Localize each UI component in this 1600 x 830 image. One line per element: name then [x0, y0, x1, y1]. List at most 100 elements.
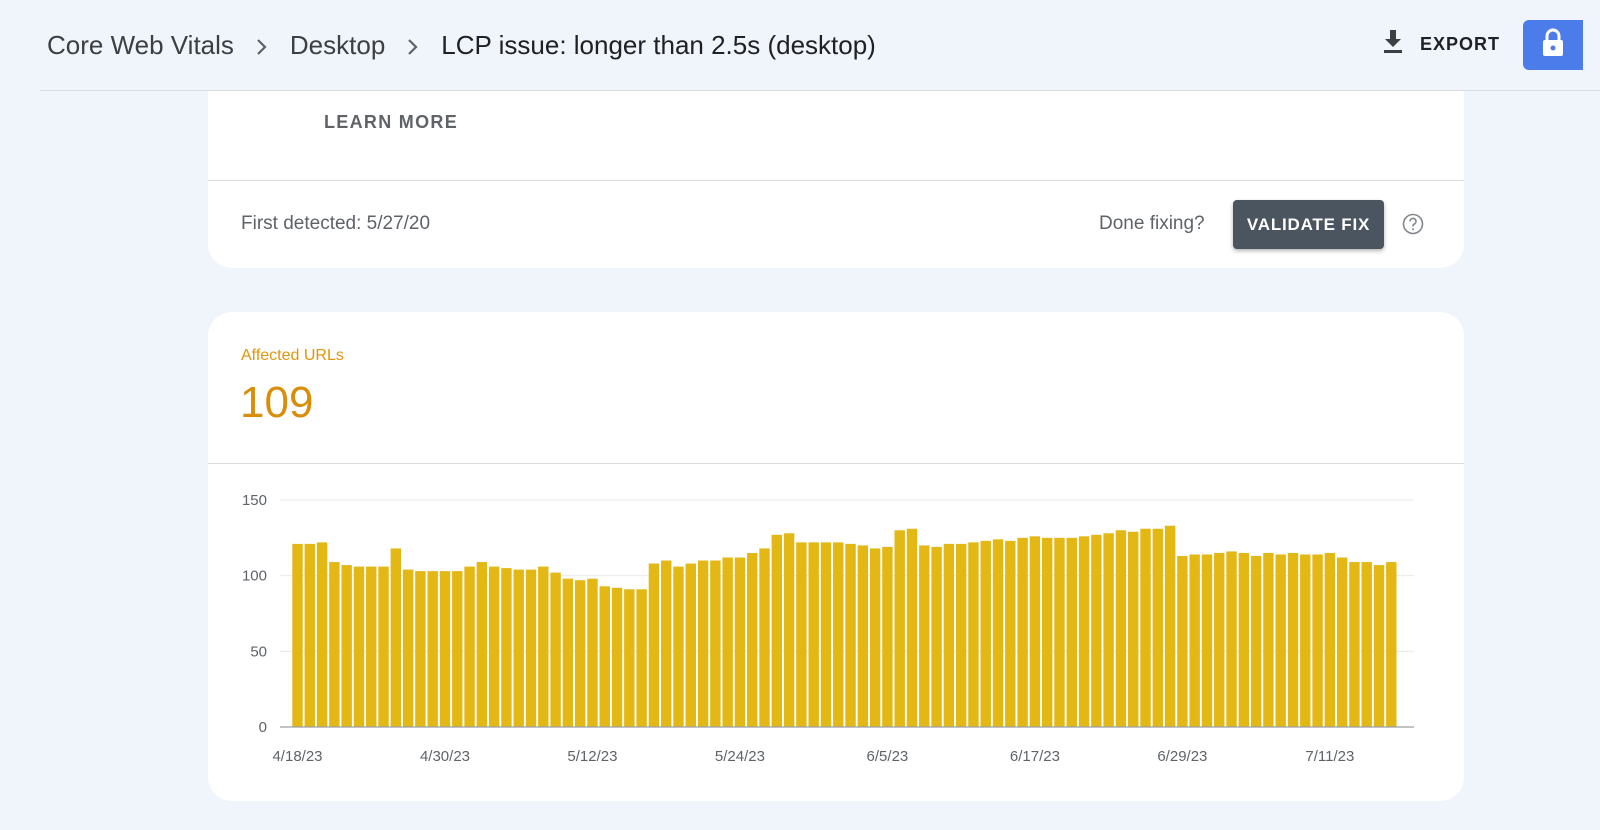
- bar: [464, 566, 475, 727]
- bar: [1177, 555, 1188, 727]
- bar: [906, 528, 918, 727]
- download-icon: [1380, 28, 1406, 61]
- x-tick-label: 6/29/23: [1157, 748, 1207, 765]
- bar: [1152, 528, 1163, 727]
- bar: [943, 543, 955, 727]
- lock-button[interactable]: [1523, 20, 1583, 70]
- bar: [1041, 537, 1053, 727]
- bar: [574, 580, 586, 727]
- bar: [759, 548, 770, 727]
- bar: [661, 560, 672, 727]
- bar: [538, 566, 549, 727]
- chevron-right-icon: [385, 30, 441, 61]
- validate-fix-button[interactable]: VALIDATE FIX: [1233, 200, 1384, 249]
- x-tick-label: 4/30/23: [420, 748, 470, 765]
- bar: [771, 534, 783, 727]
- bar: [587, 578, 598, 727]
- bar: [931, 546, 942, 727]
- bar: [820, 542, 832, 727]
- bar: [525, 569, 537, 727]
- bar: [980, 540, 991, 727]
- bar: [697, 560, 709, 727]
- bar: [304, 543, 315, 727]
- header-bar: Core Web Vitals Desktop LCP issue: longe…: [40, 0, 1600, 91]
- x-tick-label: 6/5/23: [867, 748, 909, 765]
- bar: [1312, 554, 1323, 727]
- bar: [1226, 551, 1237, 727]
- breadcrumb-core-web-vitals[interactable]: Core Web Vitals: [47, 30, 234, 61]
- bar: [955, 543, 967, 727]
- x-tick-label: 7/11/23: [1305, 748, 1354, 765]
- breadcrumb-current-issue: LCP issue: longer than 2.5s (desktop): [441, 30, 876, 60]
- bar: [882, 546, 893, 727]
- bar: [857, 545, 869, 727]
- bar: [402, 569, 414, 727]
- bar: [869, 548, 881, 727]
- bar: [1349, 562, 1360, 727]
- help-circle-icon[interactable]: [1402, 213, 1424, 235]
- bar: [833, 542, 844, 727]
- y-tick-label: 150: [242, 492, 267, 509]
- bar: [1017, 537, 1028, 727]
- bar: [488, 566, 500, 727]
- breadcrumb-desktop[interactable]: Desktop: [290, 30, 385, 61]
- learn-more-link[interactable]: LEARN MORE: [324, 112, 458, 133]
- bar: [734, 557, 746, 727]
- bar: [845, 543, 856, 727]
- bar: [968, 542, 979, 727]
- bar: [1324, 552, 1336, 727]
- bar: [439, 571, 451, 727]
- breadcrumb: Core Web Vitals Desktop LCP issue: longe…: [47, 30, 876, 61]
- bar: [476, 562, 488, 727]
- bar: [1091, 534, 1102, 727]
- bar: [722, 557, 733, 727]
- bar: [1140, 528, 1151, 727]
- bar: [1263, 552, 1274, 727]
- bar: [1275, 554, 1286, 727]
- bar: [452, 571, 463, 727]
- bar: [1214, 552, 1225, 727]
- y-tick-label: 50: [250, 643, 267, 660]
- bar: [353, 566, 365, 727]
- issue-details-card: LEARN MORE First detected: 5/27/20 Done …: [208, 91, 1464, 268]
- x-tick-label: 6/17/23: [1010, 748, 1060, 765]
- bar: [1189, 554, 1200, 727]
- bar: [1361, 562, 1372, 727]
- divider: [208, 180, 1464, 181]
- bar: [894, 530, 905, 727]
- bar: [562, 578, 574, 727]
- bar: [1336, 557, 1348, 727]
- bar: [599, 586, 610, 727]
- bar: [624, 589, 635, 727]
- done-fixing-label: Done fixing?: [1099, 213, 1205, 234]
- bar: [1287, 552, 1299, 727]
- affected-urls-chart: 0 50 100 150 4/18/23 4/30/23 5/12/23 5/24/23 6/5…: [242, 492, 1414, 765]
- x-tick-label: 4/18/23: [272, 748, 322, 765]
- bar: [427, 571, 438, 727]
- bar: [747, 552, 758, 727]
- bar: [1128, 531, 1139, 727]
- bar: [329, 562, 340, 727]
- bar: [1029, 536, 1041, 727]
- bar: [1201, 554, 1213, 727]
- bar: [808, 542, 819, 727]
- bar: [1250, 555, 1262, 727]
- bar: [513, 569, 524, 727]
- first-detected-text: First detected: 5/27/20: [241, 213, 431, 234]
- bar: [636, 589, 647, 727]
- chevron-right-icon: [234, 30, 290, 61]
- bar: [1115, 530, 1127, 727]
- bar: [1238, 552, 1250, 727]
- bar: [1386, 562, 1397, 727]
- bar: [1300, 554, 1311, 727]
- x-tick-label: 5/24/23: [715, 748, 765, 765]
- bar: [992, 539, 1004, 727]
- export-label: EXPORT: [1420, 34, 1501, 54]
- bar: [710, 560, 721, 727]
- bar: [1054, 537, 1065, 727]
- y-tick-label: 100: [242, 568, 267, 585]
- bar: [378, 566, 389, 727]
- export-button[interactable]: EXPORT: [1380, 28, 1500, 61]
- bar: [783, 533, 795, 727]
- bar: [673, 566, 684, 727]
